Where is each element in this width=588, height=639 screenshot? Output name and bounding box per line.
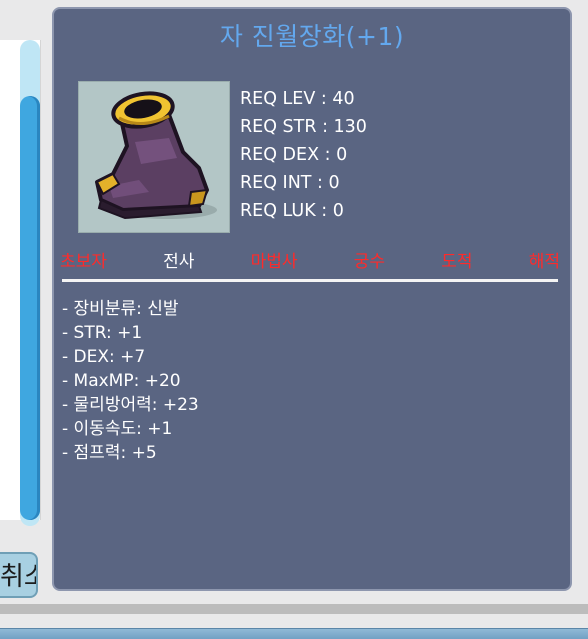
stats-list: - 장비분류: 신발 - STR: +1 - DEX: +7 - MaxMP: … (62, 297, 199, 465)
req-dex: REQ DEX : 0 (240, 145, 348, 165)
stat-category: - 장비분류: 신발 (62, 299, 179, 319)
job-warrior: 전사 (163, 252, 195, 272)
item-icon-frame (78, 81, 230, 233)
stat-speed: - 이동속도: +1 (62, 419, 173, 439)
stat-dex: - DEX: +7 (62, 347, 146, 367)
job-pirate: 해적 (528, 252, 560, 272)
req-luk: REQ LUK : 0 (240, 201, 344, 221)
cancel-button[interactable]: 취소 (0, 552, 38, 598)
req-level: REQ LEV : 40 (240, 89, 355, 109)
item-tooltip: 자 진월장화(+1) REQ LEV : 40 REQ STR : 130 RE… (52, 7, 572, 591)
job-magician: 마법사 (250, 252, 298, 272)
job-list: 초보자 전사 마법사 궁수 도적 해적 (60, 247, 560, 272)
section-divider (62, 279, 558, 282)
job-thief: 도적 (441, 252, 473, 272)
stat-jump: - 점프력: +5 (62, 443, 157, 463)
job-archer: 궁수 (353, 252, 386, 272)
bottom-divider (0, 604, 588, 614)
bottom-toolbar (0, 628, 588, 639)
job-beginner: 초보자 (60, 252, 107, 272)
req-str: REQ STR : 130 (240, 117, 367, 137)
scrollbar-thumb[interactable] (20, 96, 40, 520)
stat-defense: - 물리방어력: +23 (62, 395, 199, 415)
item-name: 자 진월장화(+1) (219, 22, 405, 51)
stat-str: - STR: +1 (62, 323, 143, 343)
req-int: REQ INT : 0 (240, 173, 340, 193)
requirements-list: REQ LEV : 40 REQ STR : 130 REQ DEX : 0 R… (240, 85, 367, 225)
stat-maxmp: - MaxMP: +20 (62, 371, 181, 391)
boots-icon (95, 91, 217, 220)
